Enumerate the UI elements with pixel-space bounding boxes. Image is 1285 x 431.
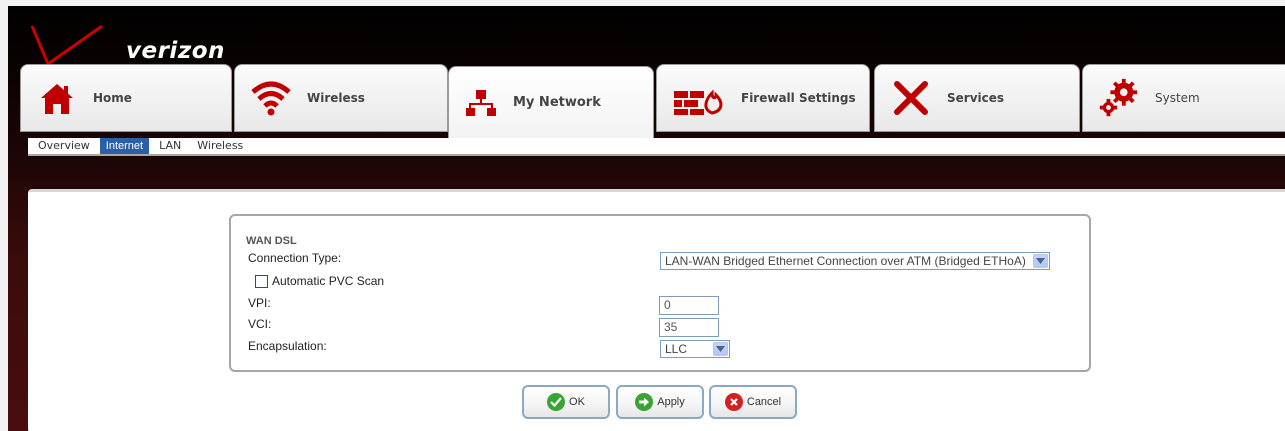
verizon-logo: verizon [30, 20, 240, 67]
wireless-icon [249, 76, 293, 120]
cancel-label: Cancel [746, 396, 782, 408]
arrow-right-icon [635, 393, 654, 411]
chevron-down-icon [713, 342, 728, 356]
subnav-bar: Overview Internet LAN Wireless [28, 138, 1285, 156]
firewall-icon [671, 76, 727, 120]
app-background: verizon Home Wireless My Network Firewal… [0, 0, 1285, 431]
network-icon [463, 81, 499, 125]
wan-dsl-group: WAN DSL Connection Type: LAN-WAN Bridged… [229, 214, 1091, 372]
encapsulation-label: Encapsulation: [248, 339, 327, 353]
logo-text: verizon [126, 38, 225, 64]
ok-button[interactable]: OK [522, 385, 610, 419]
encapsulation-select[interactable]: LLC [660, 340, 730, 358]
vci-input[interactable]: 35 [659, 318, 719, 337]
cancel-button[interactable]: Cancel [709, 385, 797, 419]
auto-pvc-checkbox[interactable] [255, 274, 268, 288]
apply-button[interactable]: Apply [616, 385, 704, 419]
tab-label: Firewall Settings [741, 91, 856, 105]
subnav-item-overview[interactable]: Overview [32, 138, 96, 154]
tab-system[interactable]: System [1082, 64, 1285, 132]
tab-home[interactable]: Home [20, 64, 232, 132]
vci-label: VCI: [248, 317, 272, 331]
content-panel: WAN DSL Connection Type: LAN-WAN Bridged… [28, 189, 1285, 431]
tab-services[interactable]: Services [874, 64, 1080, 132]
tab-wireless[interactable]: Wireless [234, 64, 448, 132]
connection-type-value: LAN-WAN Bridged Ethernet Connection over… [665, 254, 1026, 268]
encapsulation-value: LLC [665, 342, 688, 356]
vpi-input[interactable]: 0 [659, 296, 719, 315]
tab-label: System [1155, 91, 1200, 105]
connection-type-select[interactable]: LAN-WAN Bridged Ethernet Connection over… [660, 252, 1050, 270]
ok-label: OK [569, 396, 585, 408]
tab-my-network[interactable]: My Network [448, 66, 654, 138]
group-title: WAN DSL [246, 235, 297, 247]
tab-label: Wireless [307, 91, 365, 105]
chevron-down-icon [1033, 254, 1048, 268]
subnav-item-lan[interactable]: LAN [153, 138, 187, 154]
vpi-label: VPI: [248, 296, 271, 310]
connection-type-label: Connection Type: [248, 251, 342, 265]
home-icon [35, 76, 79, 120]
check-icon [547, 393, 566, 411]
system-icon [1097, 76, 1141, 120]
auto-pvc-label: Automatic PVC Scan [272, 274, 385, 288]
apply-label: Apply [657, 396, 685, 408]
tab-label: Services [947, 91, 1005, 105]
tab-label: My Network [513, 95, 601, 110]
tab-label: Home [93, 91, 132, 105]
subnav-item-wireless[interactable]: Wireless [191, 138, 249, 154]
auto-pvc-row: Automatic PVC Scan [255, 274, 384, 288]
subnav-item-internet[interactable]: Internet [99, 138, 150, 154]
services-icon [889, 76, 933, 120]
tab-firewall-settings[interactable]: Firewall Settings [656, 64, 870, 132]
close-icon [724, 393, 743, 411]
